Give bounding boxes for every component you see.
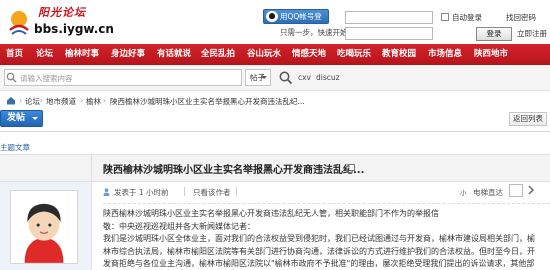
post-line: 敬：中央巡视巡视组并各大新闻媒体记者： — [103, 221, 255, 231]
title-bar-left-cell — [0, 155, 92, 182]
breadcrumb-current[interactable]: 陕西榆林沙城明珠小区业主实名举报黑心开发商违法乱纪... — [110, 96, 305, 107]
breadcrumb-separator: › — [40, 96, 43, 105]
post-time: 发表于 1 小时前 — [114, 188, 169, 197]
nav-item-scenery[interactable]: 谷山玩水 — [247, 44, 281, 65]
breadcrumb-item[interactable]: 论坛 — [25, 96, 40, 107]
nav-item-market[interactable]: 市场信息 — [428, 44, 462, 65]
thread-tools-link[interactable]: 主题文章 — [0, 142, 30, 153]
breadcrumb: › 论坛 › 地市频道 › 榆林 › 陕西榆林沙城明珠小区业主实名举报黑心开发商… — [0, 93, 550, 109]
author-only-link[interactable]: 只看该作者 — [193, 187, 231, 198]
search-submit-button[interactable] — [277, 69, 295, 86]
home-icon[interactable] — [6, 96, 16, 105]
new-post-button[interactable]: 发帖 — [0, 110, 43, 127]
nav-item-forum[interactable]: 论坛 — [36, 44, 53, 65]
jump-arrow-icon[interactable] — [527, 185, 535, 195]
breadcrumb-separator: › — [19, 96, 22, 105]
nav-item-photos[interactable]: 全民乱拍 — [201, 44, 235, 65]
copy-link-icon[interactable] — [346, 164, 355, 173]
nav-item-speak-out[interactable]: 有话就说 — [157, 44, 191, 65]
password-field[interactable] — [345, 27, 433, 40]
auto-login-checkbox[interactable] — [441, 13, 449, 21]
thread-title-bar: 陕西榆林沙城明珠小区业主实名举报黑心开发商违法乱纪... — [0, 154, 550, 182]
breadcrumb-item[interactable]: 榆林 — [86, 96, 101, 107]
site-header: 阳光论坛 bbs.iygw.cn 用QQ帐号登录 只需一步，快速开始 自动登录 … — [0, 0, 550, 44]
breadcrumb-separator: › — [103, 96, 106, 105]
breadcrumb-separator: › — [80, 96, 83, 105]
nav-item-shaanxi-cities[interactable]: 陕西地市 — [474, 44, 508, 65]
search-bar: 请输入搜索内容 帖子 cxv discuz — [0, 65, 550, 91]
qq-login-subtitle: 只需一步，快速开始 — [280, 28, 348, 37]
chevron-down-icon — [261, 76, 267, 79]
nav-item-yulin-news[interactable]: 榆林时事 — [65, 44, 99, 65]
post-content: 陕西榆林沙城明珠小区业主实名举报黑心开发商违法乱纪无人管，相关职能部门不作为的举… — [103, 208, 546, 270]
hot-search-word[interactable]: discuz — [316, 73, 340, 82]
nav-item-emotion[interactable]: 情感天地 — [292, 44, 326, 65]
qq-login-button[interactable]: 用QQ帐号登录 — [263, 9, 329, 34]
nav-item-good-deeds[interactable]: 身边好事 — [111, 44, 145, 65]
search-type-select[interactable]: 帖子 — [245, 69, 271, 86]
main-nav: 首页 论坛 榆林时事 身边好事 有话就说 全民乱拍 谷山玩水 情感天地 吃喝玩乐… — [0, 44, 550, 65]
nav-item-education[interactable]: 教育校园 — [382, 44, 416, 65]
breadcrumb-item[interactable]: 地市频道 — [46, 96, 76, 107]
search-icon — [6, 72, 17, 83]
nav-item-food-fun[interactable]: 吃喝玩乐 — [337, 44, 371, 65]
avatar[interactable] — [10, 190, 78, 264]
thread-title: 陕西榆林沙城明珠小区业主实名举报黑心开发商违法乱纪... — [103, 165, 365, 176]
meta-separator — [236, 187, 237, 196]
nav-item-home[interactable]: 首页 — [6, 44, 23, 65]
meta-separator — [184, 187, 185, 196]
register-link[interactable]: 立即注册 — [517, 28, 547, 39]
site-logo[interactable]: 阳光论坛 bbs.iygw.cn — [4, 4, 114, 40]
user-online-icon — [103, 188, 110, 196]
chevron-down-icon — [32, 117, 38, 120]
author-panel — [0, 182, 92, 270]
logo-text: 阳光论坛 — [38, 6, 86, 19]
post-line: 发商拒绝与各位业主沟通，榆林市榆阳区法院以"榆林市政府不予批准"的理由，屡次拒绝… — [103, 259, 535, 268]
forgot-password-link[interactable]: 找回密码 — [506, 12, 536, 23]
hot-search-word[interactable]: cxv — [298, 73, 311, 82]
elevator-jump-label: 电梯直达 — [473, 188, 503, 197]
qq-icon — [266, 11, 278, 22]
back-to-list-button[interactable]: 返回列表 — [509, 112, 547, 126]
divider — [103, 203, 550, 204]
jump-floor-input[interactable] — [509, 184, 523, 197]
auto-login-label[interactable]: 自动登录 — [452, 12, 482, 23]
post-line: 我们是沙城明珠小区全体业主，面对我们的合法权益受到侵犯时，我们已经试图通过与开发… — [103, 234, 535, 243]
sun-logo-icon — [9, 11, 29, 35]
post-line: 林市综合执法局，榆林市榆阳区法院等有关部门进行协商沟通，法律诉讼的方式进行维护我… — [103, 246, 535, 256]
logo-url: bbs.iygw.cn — [34, 22, 114, 36]
login-button[interactable]: 登录 — [476, 27, 512, 41]
font-size-small-button[interactable]: 小 — [460, 187, 467, 197]
search-placeholder: 请输入搜索内容 — [20, 74, 73, 83]
username-field[interactable] — [345, 11, 433, 24]
post-line: 陕西榆林沙城明珠小区业主实名举报黑心开发商违法乱纪无人管，相关职能部门不作为的举… — [103, 209, 439, 218]
search-input[interactable]: 请输入搜索内容 — [4, 69, 242, 86]
new-post-label: 发帖 — [7, 113, 26, 123]
divider — [0, 131, 550, 132]
